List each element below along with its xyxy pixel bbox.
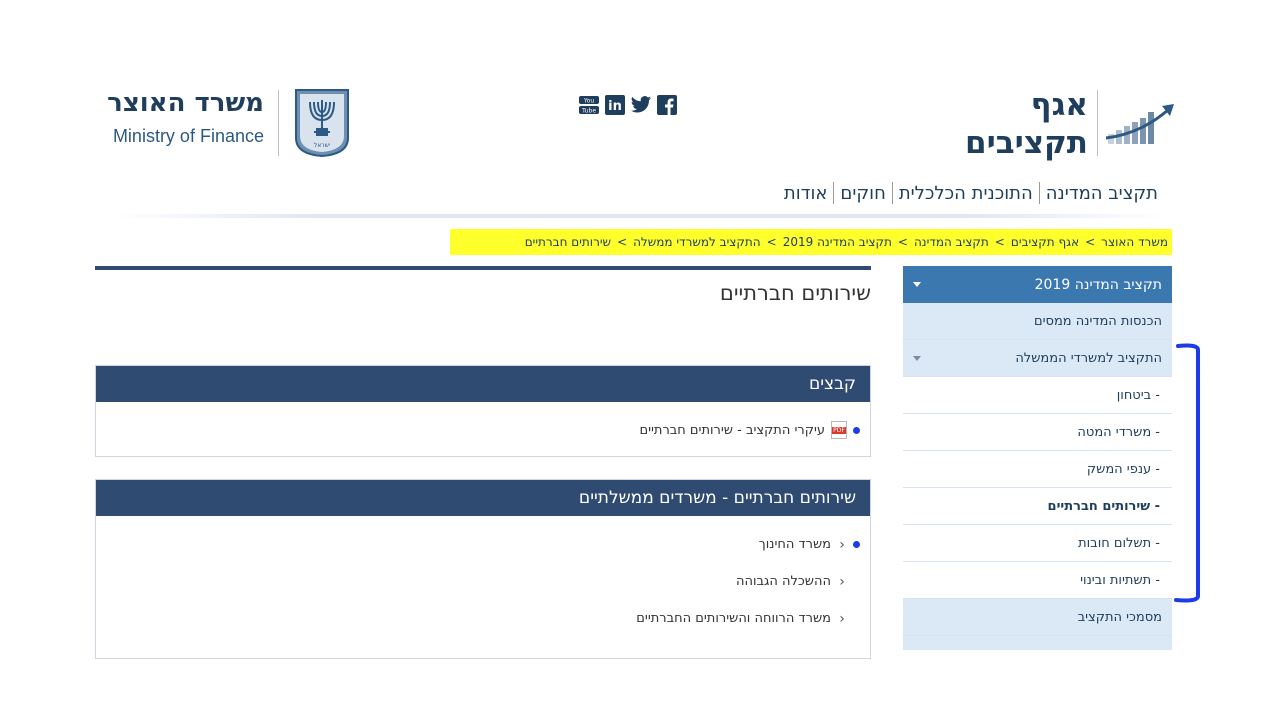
breadcrumb-separator: >: [897, 235, 908, 249]
list-item[interactable]: ‹ משרד הרווחה והשירותים החברתיים: [106, 600, 860, 637]
social-links: You Tube in: [578, 94, 678, 116]
breadcrumb: משרד האוצר > אגף תקציבים > תקציב המדינה …: [450, 229, 1172, 255]
sidebar-item-infrastructure[interactable]: - תשתיות ובינוי: [903, 562, 1172, 599]
sidebar-item-economy-sectors[interactable]: - ענפי המשק: [903, 451, 1172, 488]
pdf-icon-text: PDF: [832, 427, 846, 434]
breadcrumb-item[interactable]: אגף תקציבים: [1011, 235, 1079, 249]
files-panel: קבצים PDF עיקרי התקציב - שירותים חברתיים: [95, 365, 871, 457]
main-navigation: תקציב המדינה התוכנית הכלכלית חוקים אודות: [778, 182, 1164, 204]
files-panel-heading: קבצים: [96, 366, 870, 402]
list-item[interactable]: ‹ ההשכלה הגבוהה: [106, 563, 860, 600]
sidebar-item-budget-documents[interactable]: מסמכי התקציב: [903, 599, 1172, 636]
sidebar-item-label: - משרדי המטה: [1077, 424, 1160, 440]
sidebar-item-partial: [903, 636, 1172, 650]
nav-about[interactable]: אודות: [778, 183, 834, 204]
breadcrumb-current: שירותים חברתיים: [524, 235, 612, 249]
sidebar-header[interactable]: תקציב המדינה 2019: [903, 266, 1172, 303]
list-item[interactable]: ‹ משרד החינוך: [106, 526, 860, 563]
breadcrumb-item[interactable]: משרד האוצר: [1101, 235, 1168, 249]
svg-text:Tube: Tube: [581, 108, 596, 115]
sidebar-item-debt-payment[interactable]: - תשלום חובות: [903, 525, 1172, 562]
budget-department-logo: [1105, 104, 1174, 144]
ministry-link[interactable]: משרד החינוך: [759, 537, 831, 552]
sidebar-item-label: - שירותים חברתיים: [1047, 498, 1160, 514]
sidebar-item-ministries-budget[interactable]: התקציב למשרדי הממשלה: [903, 340, 1172, 377]
sidebar: תקציב המדינה 2019 הכנסות המדינה ממסים הת…: [903, 266, 1172, 650]
ministries-panel-heading: שירותים חברתיים - משרדים ממשלתיים: [96, 480, 870, 516]
state-emblem-icon: ישראל: [295, 89, 349, 158]
nav-separator: [891, 182, 893, 204]
chevron-left-icon: ‹: [839, 610, 845, 627]
twitter-icon[interactable]: [630, 94, 652, 116]
ministry-link[interactable]: ההשכלה הגבוהה: [736, 574, 831, 589]
svg-text:in: in: [608, 99, 622, 114]
breadcrumb-item[interactable]: תקציב המדינה 2019: [783, 235, 892, 249]
sidebar-item-defense[interactable]: - ביטחון: [903, 377, 1172, 414]
pdf-icon: PDF: [831, 421, 847, 439]
department-name-line2: תקציבים: [965, 125, 1088, 161]
sidebar-item-tax-revenue[interactable]: הכנסות המדינה ממסים: [903, 303, 1172, 340]
caret-down-icon: [913, 282, 921, 287]
sidebar-item-hq-ministries[interactable]: - משרדי המטה: [903, 414, 1172, 451]
annotation-bracket: [1174, 343, 1200, 603]
breadcrumb-item[interactable]: התקציב למשרדי ממשלה: [633, 235, 761, 249]
chevron-left-icon: ‹: [839, 573, 845, 590]
sidebar-item-label: הכנסות המדינה ממסים: [1033, 313, 1162, 329]
ministries-list: ‹ משרד החינוך ‹ ההשכלה הגבוהה ‹ משרד הרו…: [96, 516, 870, 637]
linkedin-icon[interactable]: in: [604, 94, 626, 116]
sidebar-item-label: - תשלום חובות: [1078, 535, 1160, 551]
ministries-panel: שירותים חברתיים - משרדים ממשלתיים ‹ משרד…: [95, 479, 871, 659]
sidebar-item-label: - תשתיות ובינוי: [1080, 572, 1160, 588]
header-divider: [1097, 90, 1098, 156]
chevron-left-icon: ‹: [839, 536, 845, 553]
page-title: שירותים חברתיים: [719, 281, 871, 305]
nav-separator: [1038, 182, 1040, 204]
breadcrumb-separator: >: [766, 235, 777, 249]
breadcrumb-separator: >: [1085, 235, 1096, 249]
youtube-icon[interactable]: You Tube: [578, 94, 600, 116]
ministry-link[interactable]: משרד הרווחה והשירותים החברתיים: [636, 611, 831, 626]
department-name-line1: אגף: [1030, 87, 1088, 123]
nav-laws[interactable]: חוקים: [834, 183, 891, 204]
bullet-icon: [853, 426, 860, 434]
sidebar-item-social-services[interactable]: - שירותים חברתיים: [903, 488, 1172, 525]
facebook-icon[interactable]: [656, 94, 678, 116]
sidebar-item-label: מסמכי התקציב: [1077, 609, 1162, 625]
content-top-bar: [95, 266, 871, 270]
sidebar-item-label: התקציב למשרדי הממשלה: [1015, 350, 1162, 366]
ministry-name-hebrew: משרד האוצר: [107, 88, 264, 118]
ministry-divider: [278, 90, 279, 156]
sidebar-item-label: - ביטחון: [1116, 387, 1160, 403]
emblem-text: ישראל: [314, 142, 330, 149]
bullet-icon: [853, 541, 860, 548]
nav-underline: [110, 214, 1170, 218]
sidebar-item-label: - ענפי המשק: [1086, 461, 1160, 477]
nav-state-budget[interactable]: תקציב המדינה: [1040, 183, 1164, 204]
breadcrumb-item[interactable]: תקציב המדינה: [914, 235, 989, 249]
breadcrumb-separator: >: [994, 235, 1005, 249]
department-name: אגף תקציבים: [960, 86, 1088, 162]
caret-down-icon: [913, 355, 921, 361]
file-item[interactable]: PDF עיקרי התקציב - שירותים חברתיים: [96, 402, 870, 458]
file-link[interactable]: עיקרי התקציב - שירותים חברתיים: [639, 423, 825, 438]
ministry-name-english: Ministry of Finance: [112, 126, 264, 146]
svg-text:You: You: [583, 98, 595, 105]
nav-separator: [833, 182, 835, 204]
breadcrumb-separator: >: [617, 235, 628, 249]
nav-economic-plan[interactable]: התוכנית הכלכלית: [893, 183, 1039, 204]
sidebar-header-label: תקציב המדינה 2019: [1034, 276, 1162, 293]
